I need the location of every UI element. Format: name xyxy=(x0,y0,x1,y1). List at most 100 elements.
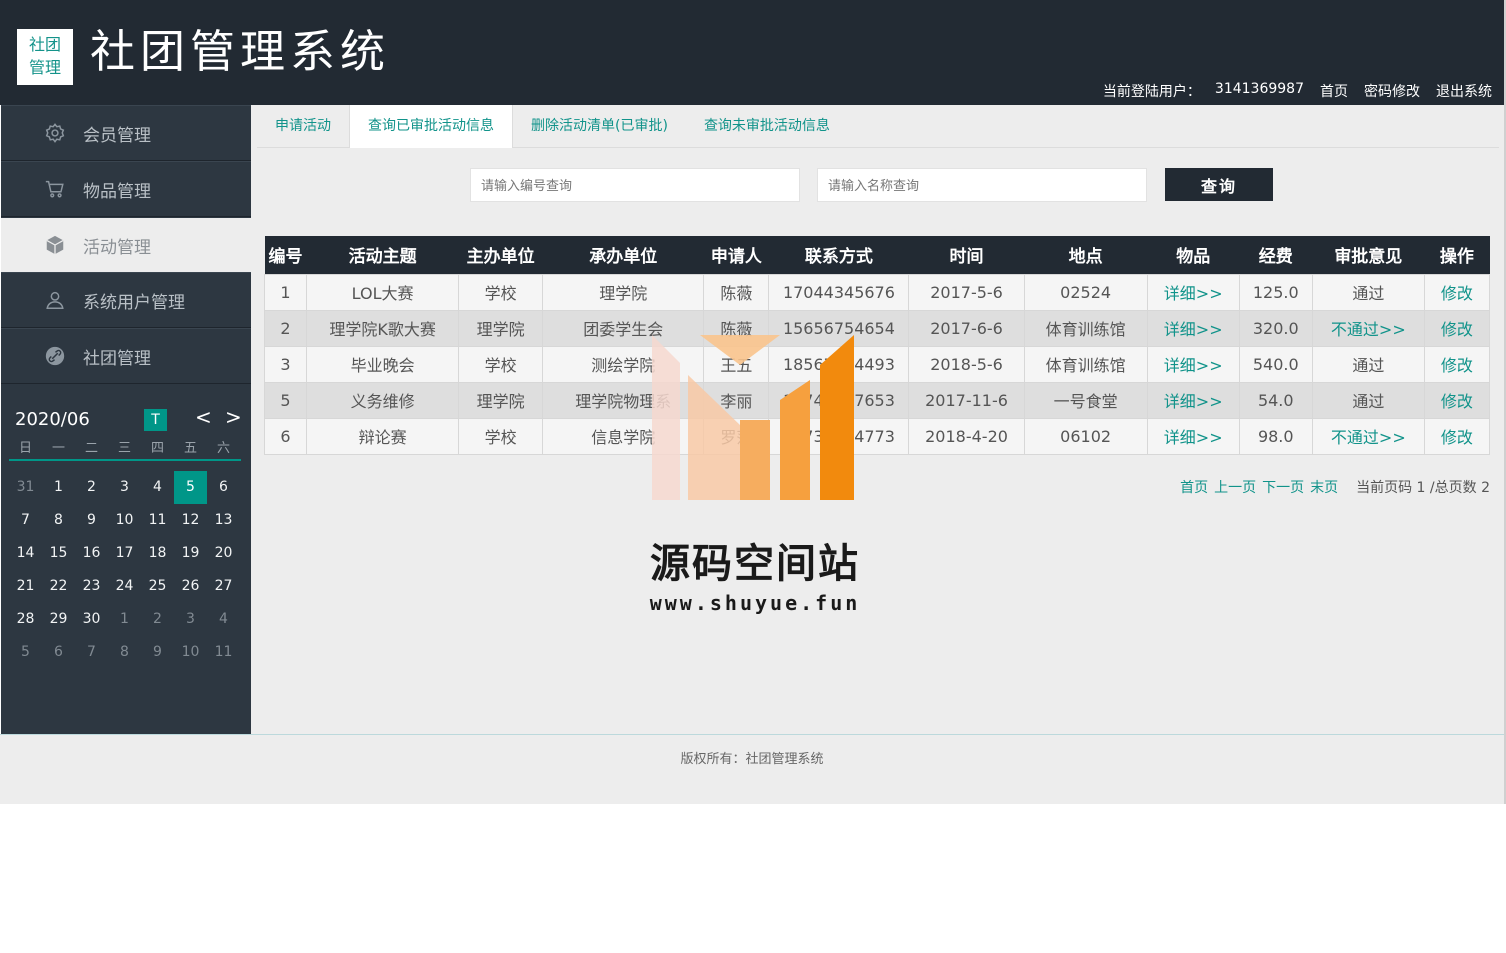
calendar-day[interactable]: 2 xyxy=(141,603,174,636)
detail-link[interactable]: 详细>> xyxy=(1146,381,1240,419)
table-cell: 02524 xyxy=(1023,273,1148,311)
column-header: 审批意见 xyxy=(1312,236,1425,274)
cart-icon xyxy=(44,178,66,200)
column-header: 时间 xyxy=(908,236,1025,274)
calendar-prev-button[interactable]: < xyxy=(195,405,212,429)
tab-query-unapproved[interactable]: 查询未审批活动信息 xyxy=(686,105,848,148)
table-cell: 陈薇 xyxy=(703,273,770,311)
table-cell: 学校 xyxy=(458,345,544,383)
edit-link[interactable]: 修改 xyxy=(1423,345,1491,383)
calendar-day[interactable]: 9 xyxy=(141,636,174,669)
calendar-day[interactable]: 8 xyxy=(42,504,75,537)
calendar-weekday: 三 xyxy=(117,441,131,456)
calendar-day[interactable]: 16 xyxy=(75,537,108,570)
approval-detail-link[interactable]: 不通过>> xyxy=(1311,309,1425,347)
approval-detail-link[interactable]: 不通过>> xyxy=(1311,417,1425,455)
table-cell: 540.0 xyxy=(1238,345,1313,383)
calendar-day[interactable]: 11 xyxy=(141,504,174,537)
query-button[interactable]: 查询 xyxy=(1165,168,1273,201)
calendar-day[interactable]: 11 xyxy=(207,636,240,669)
page-first-link[interactable]: 首页 xyxy=(1180,477,1208,497)
edit-link[interactable]: 修改 xyxy=(1423,309,1491,347)
current-user: 当前登陆用户： 3141369987 xyxy=(1103,81,1304,101)
sidebar-item-goods[interactable]: 物品管理 xyxy=(1,161,251,217)
calendar-day[interactable]: 26 xyxy=(174,570,207,603)
calendar-day[interactable]: 17 xyxy=(108,537,141,570)
edit-link[interactable]: 修改 xyxy=(1423,381,1491,419)
sidebar-item-clubs[interactable]: 社团管理 xyxy=(1,328,251,384)
table-body: 1 LOL大赛 学校 理学院 陈薇 17044345676 2017-5-6 02524 详细>… xyxy=(263,273,1491,455)
calendar-day[interactable]: 4 xyxy=(207,603,240,636)
calendar-day[interactable]: 20 xyxy=(207,537,240,570)
sidebar-item-activities[interactable]: 活动管理 xyxy=(1,218,251,272)
calendar-day[interactable]: 3 xyxy=(108,471,141,504)
page-next-link[interactable]: 下一页 xyxy=(1262,477,1304,497)
calendar-day[interactable]: 10 xyxy=(174,636,207,669)
tab-query-approved[interactable]: 查询已审批活动信息 xyxy=(349,105,513,148)
table-header-row: 编号 活动主题 主办单位 承办单位 申请人 联系方式 时间 地点 物品 经费 审批意见 操作 xyxy=(264,236,1490,274)
calendar-next-button[interactable]: > xyxy=(225,405,242,429)
calendar-day[interactable]: 7 xyxy=(75,636,108,669)
page-last-link[interactable]: 末页 xyxy=(1310,477,1338,497)
calendar-day[interactable]: 24 xyxy=(108,570,141,603)
calendar-day[interactable]: 1 xyxy=(42,471,75,504)
page-prev-link[interactable]: 上一页 xyxy=(1214,477,1256,497)
calendar-day[interactable]: 6 xyxy=(42,636,75,669)
calendar-day[interactable]: 21 xyxy=(9,570,42,603)
calendar-day[interactable]: 1 xyxy=(108,603,141,636)
calendar-day[interactable]: 10 xyxy=(108,504,141,537)
column-header: 承办单位 xyxy=(542,236,704,274)
calendar-day[interactable]: 6 xyxy=(207,471,240,504)
calendar-day[interactable]: 25 xyxy=(141,570,174,603)
sidebar-item-label: 物品管理 xyxy=(83,181,151,202)
calendar-day[interactable]: 29 xyxy=(42,603,75,636)
home-link[interactable]: 首页 xyxy=(1320,81,1348,101)
sidebar-item-system-users[interactable]: 系统用户管理 xyxy=(1,272,251,328)
sidebar-item-label: 社团管理 xyxy=(83,348,151,369)
calendar-day[interactable]: 27 xyxy=(207,570,240,603)
edit-link[interactable]: 修改 xyxy=(1423,417,1491,455)
table-cell: 测绘学院 xyxy=(542,345,705,383)
calendar-day[interactable]: 22 xyxy=(42,570,75,603)
column-header: 主办单位 xyxy=(458,236,543,274)
calendar-day[interactable]: 15 xyxy=(42,537,75,570)
table-cell: 2018-4-20 xyxy=(908,417,1025,455)
calendar-day[interactable]: 23 xyxy=(75,570,108,603)
calendar-day[interactable]: 12 xyxy=(174,504,207,537)
page-info: 当前页码 1 /总页数 2 xyxy=(1356,480,1490,496)
calendar-day[interactable]: 7 xyxy=(9,504,42,537)
tab-apply-activity[interactable]: 申请活动 xyxy=(257,105,349,148)
calendar-day[interactable]: 2 xyxy=(75,471,108,504)
calendar-day[interactable]: 14 xyxy=(9,537,42,570)
sidebar-item-members[interactable]: 会员管理 xyxy=(1,105,251,161)
calendar-today-button[interactable]: T xyxy=(144,409,167,431)
table-cell: 5 xyxy=(263,381,308,419)
tab-delete-approved[interactable]: 删除活动清单(已审批) xyxy=(513,105,686,148)
table-row: 2 理学院K歌大赛 理学院 团委学生会 陈薇 15656754654 2017-6-6 体育训… xyxy=(263,309,1491,347)
detail-link[interactable]: 详细>> xyxy=(1146,273,1240,311)
calendar-day[interactable]: 18 xyxy=(141,537,174,570)
search-name-input[interactable] xyxy=(817,168,1147,202)
table-cell: 罗莎 xyxy=(703,417,770,455)
calendar-day[interactable]: 8 xyxy=(108,636,141,669)
calendar-day[interactable]: 4 xyxy=(141,471,174,504)
calendar-day[interactable]: 9 xyxy=(75,504,108,537)
calendar-day[interactable]: 5 xyxy=(9,636,42,669)
calendar-day[interactable]: 31 xyxy=(9,471,42,504)
detail-link[interactable]: 详细>> xyxy=(1146,417,1240,455)
calendar-day[interactable]: 30 xyxy=(75,603,108,636)
logout-link[interactable]: 退出系统 xyxy=(1436,81,1492,101)
change-password-link[interactable]: 密码修改 xyxy=(1364,81,1420,101)
table-cell: 1 xyxy=(263,273,308,311)
detail-link[interactable]: 详细>> xyxy=(1146,309,1240,347)
calendar-day[interactable]: 19 xyxy=(174,537,207,570)
calendar-day[interactable]: 3 xyxy=(174,603,207,636)
calendar-day[interactable]: 13 xyxy=(207,504,240,537)
detail-link[interactable]: 详细>> xyxy=(1146,345,1240,383)
table-cell: 一号食堂 xyxy=(1023,381,1148,419)
calendar-day-selected[interactable]: 5 xyxy=(174,471,207,504)
search-id-input[interactable] xyxy=(470,168,800,202)
calendar: 2020/06 T < > 日一二三四五六 31 1 2 3 4 5 6 7 8 9 10 11 12 1… xyxy=(9,403,242,669)
calendar-day[interactable]: 28 xyxy=(9,603,42,636)
edit-link[interactable]: 修改 xyxy=(1423,273,1491,311)
